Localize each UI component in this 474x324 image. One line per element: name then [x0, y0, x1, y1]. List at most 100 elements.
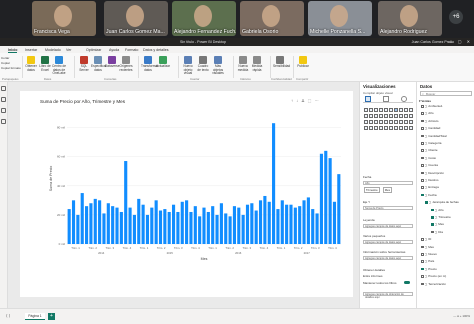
visual-type-icon[interactable]	[394, 108, 398, 112]
bar[interactable]	[189, 211, 193, 244]
bar[interactable]	[141, 204, 145, 244]
visual-type-icon[interactable]	[404, 126, 408, 130]
axis-field-well[interactable]: Año	[363, 181, 413, 185]
bar[interactable]	[150, 207, 154, 244]
field-checkbox[interactable]	[421, 149, 424, 152]
visual-type-icon[interactable]	[384, 126, 388, 130]
field-checkbox[interactable]	[421, 156, 424, 160]
field-checkbox[interactable]	[421, 164, 424, 167]
bar[interactable]	[302, 200, 306, 244]
field-checkbox[interactable]	[431, 215, 434, 219]
page-tab[interactable]: Página 1	[25, 313, 45, 320]
visual-type-icon[interactable]	[369, 108, 373, 112]
bar[interactable]	[80, 193, 84, 244]
visual-header-icons[interactable]: ↑ ↓ ⇊ ⬚ ⋯	[291, 98, 320, 103]
field-checkbox[interactable]	[431, 208, 434, 212]
field-item[interactable]: ∑Nuevo	[421, 252, 437, 257]
bar[interactable]	[202, 207, 206, 244]
field-checkbox[interactable]	[421, 112, 424, 115]
field-item[interactable]: ∑Año	[431, 208, 444, 213]
visual-type-icon[interactable]	[399, 114, 403, 118]
field-checkbox[interactable]	[421, 282, 424, 286]
bar[interactable]	[193, 206, 197, 244]
bar[interactable]	[263, 195, 267, 244]
bar[interactable]	[102, 213, 106, 244]
field-checkbox[interactable]	[421, 193, 424, 197]
bar[interactable]	[337, 174, 341, 244]
field-checkbox[interactable]	[421, 260, 424, 263]
bar[interactable]	[228, 216, 232, 244]
tooltips-well[interactable]: Agregue campos de datos aquí	[363, 256, 413, 260]
visual-type-icon[interactable]	[364, 120, 368, 124]
visual-type-icon[interactable]	[379, 126, 383, 130]
bar[interactable]	[167, 211, 171, 244]
visual-type-icon[interactable]	[404, 120, 408, 124]
field-checkbox[interactable]	[421, 238, 424, 241]
field-item[interactable]: ∑CantidadTotal	[421, 134, 447, 139]
visual-type-icon[interactable]	[409, 126, 413, 130]
field-item[interactable]: ∑Precio (en m)	[421, 274, 446, 279]
visual-type-icon[interactable]	[389, 126, 393, 130]
field-item[interactable]: ∑Trimestre	[431, 215, 451, 220]
visual-type-icon[interactable]	[394, 114, 398, 118]
visual-type-icon[interactable]	[369, 114, 373, 118]
visual-type-icon[interactable]	[384, 114, 388, 118]
bar[interactable]	[276, 209, 280, 244]
bar[interactable]	[311, 209, 315, 244]
add-page-button[interactable]: +	[48, 313, 55, 320]
field-chip[interactable]: Trimestre	[364, 187, 380, 193]
field-item[interactable]: ∑Fecha	[421, 193, 437, 198]
field-checkbox[interactable]	[425, 201, 428, 204]
field-item[interactable]: ∑Jerarquía de fechas	[425, 200, 459, 205]
visual-type-icon[interactable]	[384, 120, 388, 124]
search-field[interactable]: ⌕ Buscar	[420, 91, 472, 96]
field-checkbox[interactable]	[421, 245, 424, 249]
field-item[interactable]: ∑Categoría	[421, 141, 441, 146]
visual-type-icon[interactable]	[374, 114, 378, 118]
field-checkbox[interactable]	[421, 127, 424, 130]
bar[interactable]	[137, 198, 141, 244]
visual-type-icon[interactable]	[399, 120, 403, 124]
field-item[interactable]: ∑Cuenta	[421, 163, 438, 168]
bar[interactable]	[258, 200, 263, 244]
field-item[interactable]: ∑Artículo	[421, 119, 438, 124]
field-item[interactable]: ∑Entrega	[421, 185, 439, 190]
bar[interactable]	[119, 211, 123, 244]
bar[interactable]	[111, 206, 115, 244]
field-checkbox[interactable]	[421, 119, 424, 123]
visual-type-icon[interactable]	[399, 126, 403, 130]
bar[interactable]	[280, 200, 284, 244]
visual-type-icon[interactable]	[364, 108, 368, 112]
field-item[interactable]: ∑Destino	[421, 178, 438, 183]
visual-type-icon[interactable]	[404, 114, 408, 118]
bar[interactable]	[224, 213, 228, 244]
visual-type-icon[interactable]	[389, 120, 393, 124]
bar[interactable]	[76, 214, 80, 244]
visual-type-icon[interactable]	[389, 108, 393, 112]
bar[interactable]	[128, 207, 132, 244]
bar[interactable]	[293, 207, 297, 244]
field-item[interactable]: ∑Mes	[431, 222, 444, 227]
bar[interactable]	[319, 153, 323, 244]
bar[interactable]	[198, 216, 202, 244]
field-item[interactable]: ∑Año	[421, 111, 434, 116]
field-item[interactable]: ∑Día	[431, 230, 443, 235]
y-axis-well[interactable]: Suma de Precio	[363, 206, 413, 210]
bar[interactable]	[298, 206, 302, 244]
bar[interactable]	[163, 209, 167, 244]
visual-type-icon[interactable]	[384, 108, 388, 112]
bar[interactable]	[176, 211, 180, 244]
bar[interactable]	[232, 206, 237, 244]
bar[interactable]	[245, 204, 250, 244]
bar[interactable]	[85, 206, 89, 244]
bar[interactable]	[328, 158, 332, 244]
visual-type-icon[interactable]	[379, 114, 383, 118]
field-checkbox[interactable]	[431, 223, 434, 226]
build-visual-icon[interactable]	[365, 96, 371, 102]
field-item[interactable]: ∑Mes	[421, 245, 434, 250]
field-item[interactable]: ∑Costo	[421, 156, 436, 161]
visual-type-icon[interactable]	[364, 114, 368, 118]
zoom-control[interactable]: — ● + 100%	[453, 314, 470, 318]
field-item[interactable]: ∑Tercerización	[421, 282, 446, 287]
field-item[interactable]: ∑ID	[421, 237, 431, 242]
